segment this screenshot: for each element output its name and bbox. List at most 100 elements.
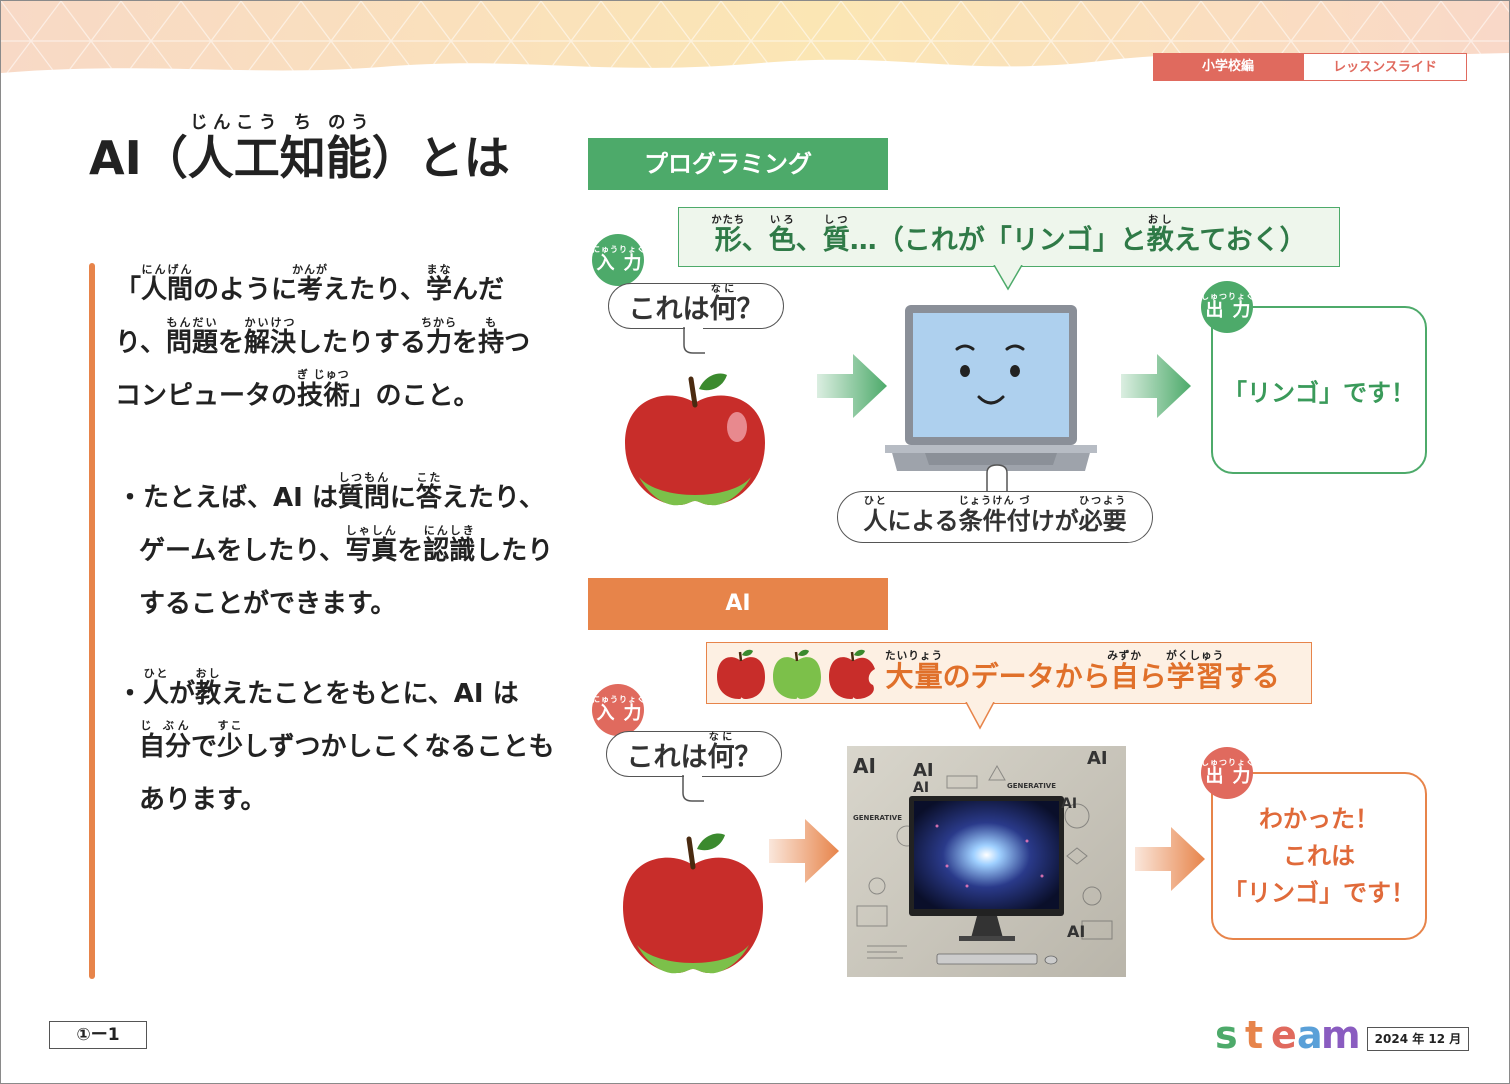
ruby-base: 形 — [711, 225, 746, 256]
ruby-base: 何 — [707, 742, 735, 773]
logo-s-icon: s — [1215, 1013, 1238, 1057]
ruby-word: 答こた — [416, 471, 442, 513]
output-lines: わかった！ これは 「リンゴ」です！ — [1223, 801, 1415, 912]
ruby-reading: じ ぶん — [139, 719, 192, 732]
ruby-word: 形かたち — [711, 214, 745, 256]
badge-ruby: 入力にゅうりょく — [592, 245, 646, 274]
logo-t-icon: t — [1245, 1013, 1264, 1057]
condition-note: 人ひとによる条件付じょうけん づけが必要ひつよう — [837, 491, 1153, 543]
input-badge: 入力にゅうりょく — [592, 684, 646, 736]
ruby-base: 自分 — [139, 732, 192, 762]
badge-ruby: 入力にゅうりょく — [592, 695, 646, 724]
ruby-base: 解決 — [244, 328, 297, 358]
definition-seg: を — [452, 328, 479, 358]
ruby-base: 技術 — [296, 381, 350, 411]
output-badge: 出力しゅつりょく — [1201, 281, 1255, 333]
badge-ruby: 出力しゅつりょく — [1201, 292, 1255, 321]
callout-tail — [993, 265, 1023, 291]
ruby-word: 条件付じょうけん づ — [959, 496, 1031, 535]
ruby-base: 教 — [195, 679, 222, 709]
ruby-reading: ひつよう — [1078, 496, 1127, 507]
ruby-base: 人間 — [141, 275, 194, 305]
programming-section-header: プログラミング — [588, 138, 888, 190]
ruby-base: 認 — [423, 536, 450, 566]
ruby-reading: こた — [415, 471, 442, 484]
ruby-reading: がくしゅう — [1166, 649, 1225, 662]
title-ruby: 人工知能じんこう ち のう — [188, 113, 372, 185]
ruby-reading: ぎ じゅつ — [296, 368, 350, 381]
callout-seg: えておく） — [1173, 225, 1307, 256]
screen-label: GENERATIVE — [1007, 782, 1057, 790]
ruby-reading: も — [478, 316, 505, 329]
ruby-base: 学 — [426, 275, 453, 305]
ruby-word: 質しつ — [822, 214, 850, 256]
ruby-reading: おし — [195, 667, 222, 680]
bullet-dot: ・ — [117, 483, 144, 513]
ruby-base: 質問 — [337, 483, 390, 513]
badge-reading: にゅうりょく — [592, 695, 646, 704]
ruby-reading: みずか — [1107, 649, 1143, 662]
condition-seg: による — [887, 507, 959, 535]
question-text: これは — [628, 294, 710, 325]
ruby-word: 写真しゃしん — [345, 524, 397, 566]
ruby-base: 持 — [478, 328, 505, 358]
callout-seg: のデータから — [942, 660, 1111, 693]
ruby-word: 教おし — [195, 667, 222, 709]
ruby-base: 必要 — [1078, 507, 1127, 535]
logo-e-icon: e — [1271, 1013, 1297, 1057]
bullet-learning: ・人ひとが教おしえたことをもとに、AI は自分じ ぶんで少すこしずつかしこくなる… — [117, 667, 559, 827]
ruby-base: 色 — [768, 225, 796, 256]
badge-reading: しゅつりょく — [1201, 292, 1255, 301]
ruby-word: 技術ぎ じゅつ — [296, 368, 350, 411]
output-line: わかった！ — [1259, 804, 1379, 833]
question-bubble-tail — [683, 327, 705, 354]
ruby-word: 考かんが — [292, 263, 328, 305]
ruby-word: 少すこ — [217, 719, 243, 762]
callout-seg: 、 — [795, 225, 823, 256]
definition-seg: したりする — [296, 328, 427, 358]
programming-output-box: 「リンゴ」です！ — [1211, 306, 1427, 474]
badge-reading: にゅうりょく — [592, 245, 646, 254]
definition-seg: えたり、 — [323, 275, 427, 305]
ruby-base: 人 — [143, 679, 170, 709]
ruby-base: 質 — [822, 225, 850, 256]
bullet-seg: で — [191, 732, 218, 762]
bullet-dot: ・ — [117, 679, 144, 709]
screen-label: AI — [913, 780, 930, 796]
slide: 小学校編 レッスンスライド AI（人工知能じんこう ち のう）とは 「人間にんげ… — [0, 0, 1510, 1084]
apple-varieties-icon — [717, 649, 875, 699]
ruby-word: 大量たいりょう — [885, 649, 943, 693]
question-bubble: これは何なに？ — [608, 283, 784, 329]
ruby-base: 人 — [863, 507, 888, 535]
input-badge: 入力にゅうりょく — [592, 234, 646, 286]
accent-bar — [89, 263, 95, 979]
screen-label: AI — [1067, 922, 1086, 941]
ruby-reading: なに — [709, 284, 737, 295]
callout-tail — [965, 702, 995, 730]
ruby-base: 教 — [1146, 225, 1174, 256]
title-suffix: ）とは — [371, 131, 510, 185]
ruby-word: 持も — [478, 316, 505, 358]
page-number: ①ー1 — [49, 1021, 147, 1049]
ruby-reading: じょうけん づ — [958, 496, 1031, 507]
ruby-base: 何 — [709, 294, 737, 325]
slide-type-tag: レッスンスライド — [1303, 53, 1467, 81]
bullet-seg: に — [389, 483, 416, 513]
bullet-seg: が — [169, 679, 196, 709]
ruby-base: 識 — [449, 536, 476, 566]
bullet-seg: を — [397, 536, 424, 566]
ruby-word: 学まな — [426, 263, 453, 305]
grade-tag: 小学校編 — [1153, 53, 1303, 81]
ruby-reading: まな — [426, 263, 453, 276]
ruby-reading: もんだい — [165, 316, 218, 329]
logo-m-icon: m — [1321, 1013, 1361, 1057]
ruby-word: 問題もんだい — [166, 316, 218, 358]
ruby-base: 自 — [1107, 660, 1143, 693]
question-text: これは — [626, 742, 708, 773]
ruby-word: 解決かいけつ — [244, 316, 297, 358]
ruby-reading: しゃしん — [345, 524, 398, 537]
logo-letters: s t e a m — [1215, 1015, 1361, 1055]
definition-seg: のように — [193, 275, 298, 305]
callout-seg: ら — [1138, 660, 1167, 693]
ruby-reading: かいけつ — [244, 316, 297, 329]
